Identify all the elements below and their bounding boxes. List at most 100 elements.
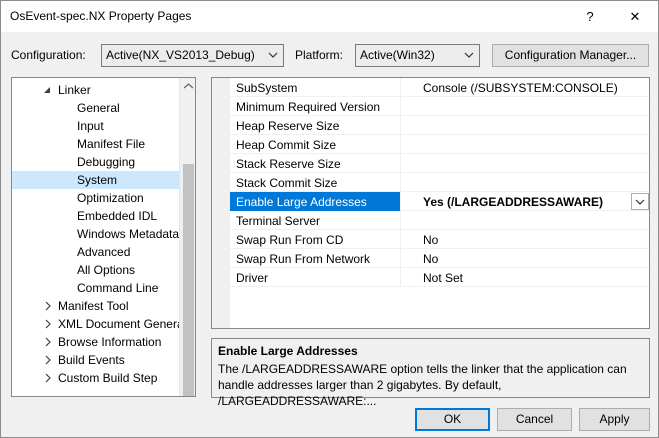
property-pages-window: OsEvent-spec.NX Property Pages ? ✕ Confi…	[0, 0, 659, 438]
property-row[interactable]: Swap Run From CD No	[230, 230, 649, 249]
ok-button[interactable]: OK	[415, 408, 490, 431]
property-row[interactable]: Heap Commit Size	[230, 135, 649, 154]
property-row[interactable]: Swap Run From Network No	[230, 249, 649, 268]
property-value[interactable]: Console (/SUBSYSTEM:CONSOLE)	[423, 81, 618, 95]
tree-item[interactable]: System	[12, 171, 179, 189]
platform-label: Platform:	[295, 48, 344, 62]
property-row[interactable]: Heap Reserve Size	[230, 116, 649, 135]
column-divider	[400, 78, 401, 97]
expanded-arrow-icon[interactable]	[42, 85, 52, 95]
collapsed-arrow-icon[interactable]	[43, 337, 53, 347]
scrollbar-thumb[interactable]	[183, 164, 194, 396]
tree-item-label: XML Document Genera	[58, 317, 184, 331]
value-dropdown-button[interactable]	[631, 193, 649, 210]
property-name: Stack Commit Size	[236, 176, 338, 190]
column-divider	[400, 97, 401, 116]
property-value[interactable]: No	[423, 252, 438, 266]
tree-item-label: Manifest File	[77, 137, 146, 151]
property-name: Swap Run From CD	[236, 233, 344, 247]
chevron-down-icon	[268, 52, 278, 58]
chevron-down-icon	[464, 52, 474, 58]
property-row[interactable]: Stack Commit Size	[230, 173, 649, 192]
configuration-value: Active(NX_VS2013_Debug)	[106, 48, 255, 62]
property-row[interactable]: Terminal Server	[230, 211, 649, 230]
help-button[interactable]: ?	[567, 1, 613, 32]
property-name: Heap Commit Size	[236, 138, 337, 152]
tree-item-label: Debugging	[77, 155, 136, 169]
tree-item-label: Input	[77, 119, 104, 133]
tree-item[interactable]: Windows Metadata	[12, 225, 179, 243]
apply-button[interactable]: Apply	[579, 408, 650, 431]
tree-item[interactable]: Build Events	[12, 351, 179, 369]
platform-value: Active(Win32)	[360, 48, 435, 62]
tree-item-label: All Options	[77, 263, 136, 277]
property-name: Heap Reserve Size	[236, 119, 340, 133]
collapsed-arrow-icon[interactable]	[43, 355, 53, 365]
collapsed-arrow-icon[interactable]	[43, 319, 53, 329]
tree-item[interactable]: Manifest Tool	[12, 297, 179, 315]
property-value[interactable]: Not Set	[423, 271, 463, 285]
configuration-label: Configuration:	[11, 48, 86, 62]
column-divider	[400, 116, 401, 135]
property-name: Swap Run From Network	[236, 252, 371, 266]
cancel-button[interactable]: Cancel	[497, 408, 572, 431]
tree-item[interactable]: Input	[12, 117, 179, 135]
property-value[interactable]: No	[423, 233, 438, 247]
property-name: Enable Large Addresses	[236, 195, 367, 209]
tree-item[interactable]: All Options	[12, 261, 179, 279]
collapsed-arrow-icon[interactable]	[43, 301, 53, 311]
property-row[interactable]: Driver Not Set	[230, 268, 649, 287]
tree-scrollbar[interactable]	[179, 78, 195, 396]
description-title: Enable Large Addresses	[218, 344, 358, 358]
property-grid: SubSystem Console (/SUBSYSTEM:CONSOLE) Min…	[211, 77, 650, 329]
property-name: SubSystem	[236, 81, 298, 95]
column-divider	[400, 230, 401, 249]
chevron-down-icon	[635, 199, 645, 205]
tree-item[interactable]: General	[12, 99, 179, 117]
property-row[interactable]: SubSystem Console (/SUBSYSTEM:CONSOLE)	[230, 78, 649, 97]
property-name: Terminal Server	[236, 214, 321, 228]
tree-item[interactable]: XML Document Genera	[12, 315, 184, 333]
tree-item-label: Manifest Tool	[58, 299, 129, 313]
tree-item-label: Windows Metadata	[77, 227, 180, 241]
window-title: OsEvent-spec.NX Property Pages	[10, 9, 192, 23]
description-text: The /LARGEADDRESSAWARE option tells the …	[218, 362, 627, 408]
title-bar[interactable]: OsEvent-spec.NX Property Pages ? ✕	[1, 1, 658, 32]
column-divider	[400, 135, 401, 154]
column-divider	[400, 173, 401, 192]
tree-item[interactable]: Linker	[12, 81, 179, 99]
collapsed-arrow-icon[interactable]	[43, 373, 53, 383]
configuration-manager-button[interactable]: Configuration Manager...	[492, 44, 649, 67]
property-row[interactable]: Minimum Required Version	[230, 97, 649, 116]
property-row[interactable]: Enable Large Addresses Yes (/LARGEADDRESS…	[230, 192, 649, 211]
scroll-up-icon[interactable]	[184, 83, 193, 89]
description-panel: Enable Large Addresses The /LARGEADDRESS…	[211, 338, 650, 408]
tree-item[interactable]: Custom Build Step	[12, 369, 179, 387]
platform-dropdown[interactable]: Active(Win32)	[355, 44, 480, 67]
property-row[interactable]: Stack Reserve Size	[230, 154, 649, 173]
tree-item[interactable]: Advanced	[12, 243, 179, 261]
column-divider	[400, 154, 401, 173]
tree-item[interactable]: Debugging	[12, 153, 179, 171]
tree-item-label: Browse Information	[58, 335, 162, 349]
tree-item-label: Custom Build Step	[58, 371, 158, 385]
tree-item-label: Optimization	[77, 191, 144, 205]
tree-item[interactable]: Manifest File	[12, 135, 179, 153]
column-divider	[400, 268, 401, 287]
tree-item-label: Command Line	[77, 281, 159, 295]
property-value[interactable]: Yes (/LARGEADDRESSAWARE)	[423, 195, 603, 209]
tree-item-label: Linker	[58, 83, 91, 97]
tree-item[interactable]: Embedded IDL	[12, 207, 179, 225]
tree-item[interactable]: Command Line	[12, 279, 179, 297]
configuration-dropdown[interactable]: Active(NX_VS2013_Debug)	[101, 44, 284, 67]
tree-item[interactable]: Browse Information	[12, 333, 179, 351]
tree-item-label: General	[77, 101, 120, 115]
column-divider	[400, 192, 401, 211]
close-icon: ✕	[629, 8, 641, 24]
tree-item[interactable]: Optimization	[12, 189, 179, 207]
category-tree: Linker General Input Manifest File Debugging…	[11, 77, 196, 397]
help-icon: ?	[586, 9, 594, 24]
close-button[interactable]: ✕	[612, 1, 658, 32]
property-name: Driver	[236, 271, 268, 285]
tree-item-label: Build Events	[58, 353, 125, 367]
